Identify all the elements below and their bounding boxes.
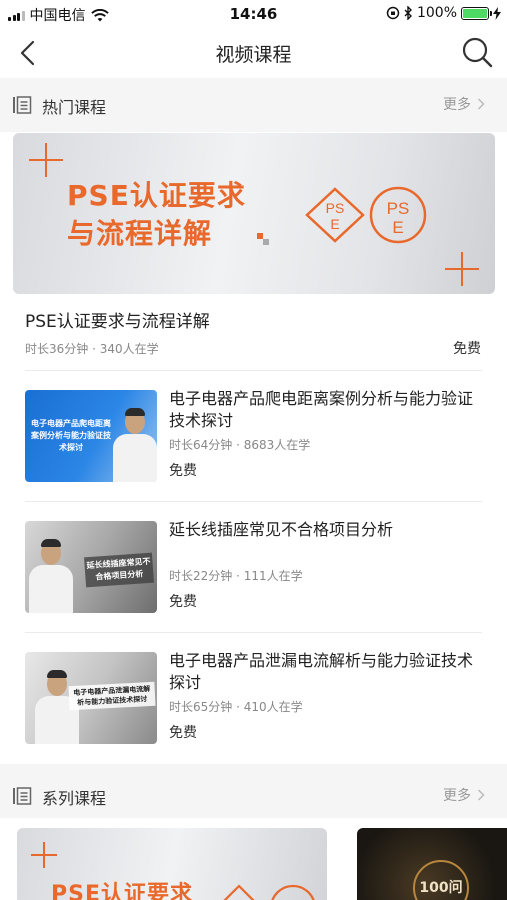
series-card-headline: PSE认证要求 (51, 882, 193, 900)
series-card[interactable]: PSE认证要求 (17, 828, 327, 900)
course-thumbnail: 电子电器产品泄漏电流解析与能力验证技术探讨 (25, 652, 157, 744)
hot-courses-header: 热门课程 更多 (0, 78, 507, 132)
lecturer-image (113, 402, 157, 482)
thumbnail-caption: 延长线插座常见不合格项目分析 (84, 552, 154, 588)
course-thumbnail: 电子电器产品爬电距离案例分析与能力验证技术探讨 (25, 390, 157, 482)
pixel-decoration (257, 233, 269, 245)
logo-circle-ps: PS (387, 199, 410, 218)
search-icon[interactable] (461, 36, 493, 68)
status-right: 100% (386, 5, 501, 21)
status-bar: 中国电信 14:46 100% (0, 0, 507, 28)
featured-course-price: 免费 (453, 341, 481, 357)
charging-icon (493, 6, 501, 20)
list-item[interactable]: 电子电器产品爬电距离案例分析与能力验证技术探讨 电子电器产品爬电距离案例分析与能… (0, 389, 507, 500)
pse-logo-icon: PS E PS E (305, 186, 427, 244)
thumbnail-caption: 电子电器产品爬电距离案例分析与能力验证技术探讨 (31, 419, 111, 452)
thumbnail-caption: 电子电器产品泄漏电流解析与能力验证技术探讨 (68, 681, 156, 711)
hot-courses-title: 热门课程 (42, 98, 107, 117)
banner-line-2: 与流程详解 (67, 217, 213, 250)
divider (25, 632, 482, 633)
series-card[interactable]: 100问 (357, 828, 507, 900)
featured-course-banner[interactable]: PSE认证要求 与流程详解 PS E PS E (13, 133, 495, 294)
more-label: 更多 (443, 788, 471, 804)
course-title: 电子电器产品爬电距离案例分析与能力验证技术探讨 (169, 389, 474, 430)
corner-cross-decoration (31, 842, 57, 868)
course-meta: 时长65分钟 · 410人在学 (169, 700, 303, 714)
chevron-right-icon (477, 98, 485, 110)
featured-course-title[interactable]: PSE认证要求与流程详解 (25, 307, 210, 332)
course-meta: 时长22分钟 · 111人在学 (169, 569, 303, 583)
corner-cross-decoration (445, 252, 479, 286)
chevron-right-icon (477, 789, 485, 801)
lecturer-image (29, 533, 73, 613)
banner-headline: PSE认证要求 与流程详解 (67, 177, 246, 253)
series-badge: 100问 (413, 860, 469, 900)
course-thumbnail: 延长线插座常见不合格项目分析 (25, 521, 157, 613)
list-item[interactable]: 延长线插座常见不合格项目分析 延长线插座常见不合格项目分析 时长22分钟 · 1… (0, 520, 507, 631)
hot-courses-more-button[interactable]: 更多 (443, 94, 485, 114)
page-title: 视频课程 (215, 44, 292, 66)
course-price: 免费 (169, 725, 197, 741)
course-title: 延长线插座常见不合格项目分析 (169, 520, 394, 539)
course-price: 免费 (169, 594, 197, 610)
logo-diamond-ps: PS (326, 200, 345, 216)
more-label: 更多 (443, 97, 471, 113)
banner-line-1: PSE认证要求 (67, 179, 246, 212)
course-title: 电子电器产品泄漏电流解析与能力验证技术探讨 (169, 651, 474, 692)
series-courses-more-button[interactable]: 更多 (443, 785, 485, 805)
logo-circle-e: E (392, 218, 403, 237)
orientation-lock-icon (386, 6, 400, 20)
divider (25, 370, 482, 371)
corner-cross-decoration (29, 143, 63, 177)
divider (25, 501, 482, 502)
series-courses-title: 系列课程 (42, 789, 107, 808)
list-icon (13, 96, 32, 114)
series-courses-header: 系列课程 更多 (0, 769, 507, 823)
logo-diamond-e: E (330, 216, 339, 232)
list-icon (13, 787, 32, 805)
bluetooth-icon (404, 6, 412, 20)
course-meta: 时长64分钟 · 8683人在学 (169, 438, 311, 452)
course-price: 免费 (169, 463, 197, 479)
battery-icon (461, 6, 492, 20)
list-item[interactable]: 电子电器产品泄漏电流解析与能力验证技术探讨 电子电器产品泄漏电流解析与能力验证技… (0, 651, 507, 762)
featured-course-meta: 时长36分钟 · 340人在学 (25, 342, 159, 356)
pse-logo-icon (223, 884, 315, 900)
battery-percent: 100% (416, 5, 457, 21)
nav-bar: 视频课程 (0, 28, 507, 78)
